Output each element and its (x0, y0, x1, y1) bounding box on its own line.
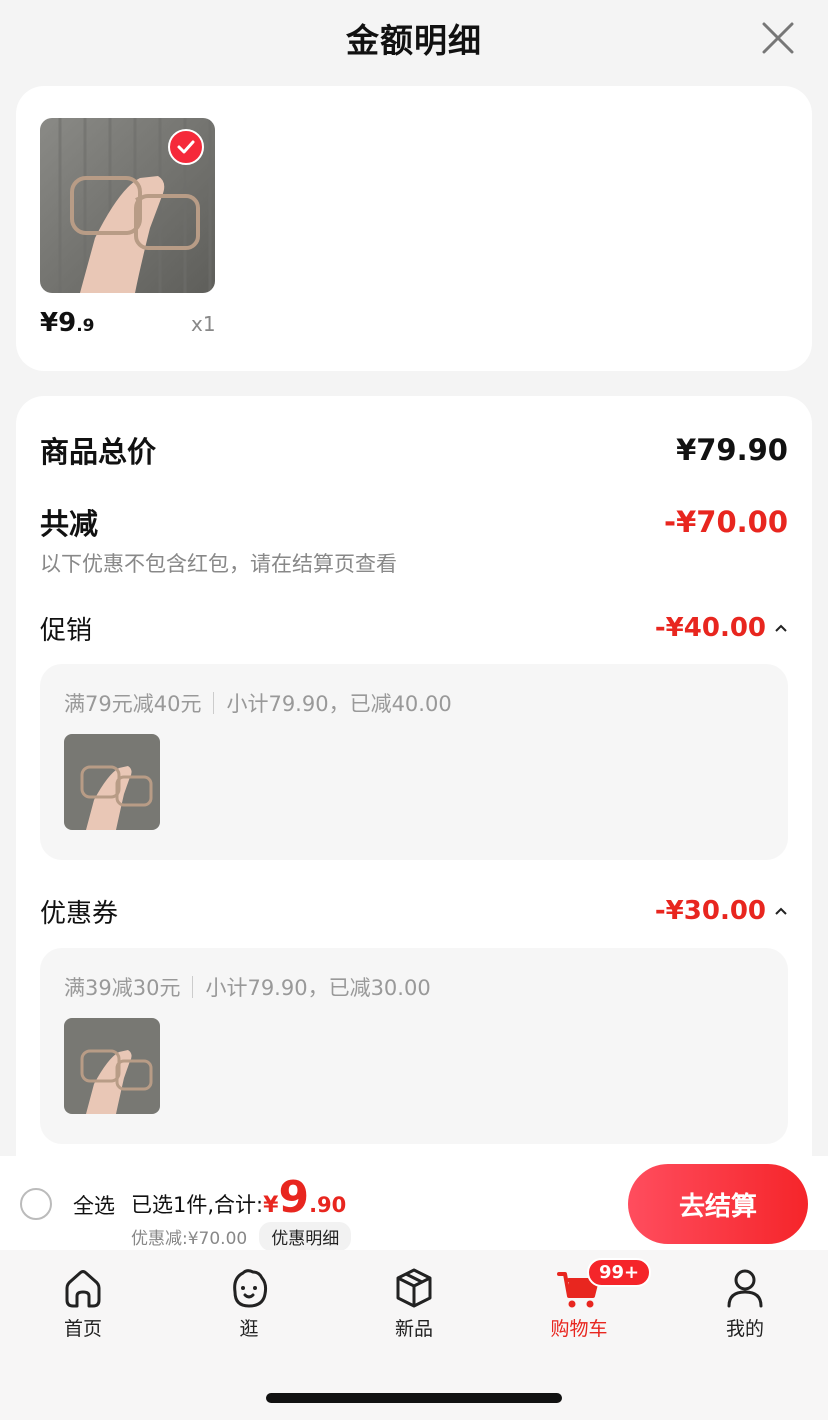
price-detail-card: 商品总价 ¥79.90 共减 -¥70.00 以下优惠不包含红包，请在结算页查看… (16, 396, 812, 1196)
total-dec: .90 (309, 1193, 347, 1217)
checkout-button[interactable]: 去结算 (628, 1164, 808, 1244)
divider (213, 692, 215, 714)
promo-product-image[interactable] (64, 734, 160, 830)
tab-label: 我的 (725, 1318, 764, 1340)
discount-line: 优惠减:¥70.00 优惠明细 (131, 1222, 352, 1251)
close-icon[interactable] (758, 18, 798, 58)
coupon-product-image[interactable] (64, 1018, 160, 1114)
chevron-up-icon[interactable] (774, 623, 788, 633)
promo-rule: 满79元减40元 (64, 692, 202, 716)
selected-count-label: 已选1件,合计: (131, 1193, 264, 1217)
total-price-row: 商品总价 ¥79.90 (40, 430, 788, 470)
product-price: ¥9.9 (40, 308, 94, 338)
promo-value: -¥40.00 (654, 613, 766, 643)
total-reduce-label: 共减 (40, 507, 99, 541)
tab-mine[interactable]: 我的 (685, 1264, 805, 1341)
tab-label: 逛 (239, 1318, 259, 1340)
tab-label: 首页 (63, 1318, 102, 1340)
coupon-rule: 满39减30元 (64, 976, 181, 1000)
coupon-label: 优惠券 (40, 898, 119, 929)
discount-note: 以下优惠不包含红包，请在结算页查看 (40, 552, 397, 576)
select-all-radio[interactable] (20, 1188, 52, 1220)
selected-product-card: ¥9.9 x1 (16, 86, 812, 371)
tab-cart[interactable]: 购物车 99+ (519, 1258, 652, 1341)
promo-section-header[interactable]: 促销 -¥40.00 (40, 608, 788, 648)
checkout-bar: 全选 已选1件,合计: ¥ 9 .90 优惠减:¥70.00 优惠明细 去结算 (0, 1156, 828, 1251)
product-quantity: x1 (191, 312, 216, 336)
promo-detail-box: 满79元减40元 小计79.90，已减40.00 (40, 664, 788, 860)
tab-browse[interactable]: 逛 (189, 1264, 309, 1341)
new-box-icon (396, 1268, 432, 1308)
sum-line: 已选1件,合计: ¥ 9 .90 (131, 1172, 347, 1223)
coupon-detail-box: 满39减30元 小计79.90，已减30.00 (40, 948, 788, 1144)
total-price-label: 商品总价 (40, 435, 157, 469)
divider (192, 976, 194, 998)
total-reduce-value: -¥70.00 (664, 505, 788, 539)
coupon-value: -¥30.00 (654, 896, 766, 926)
tab-new[interactable]: 新品 (354, 1264, 474, 1341)
coupon-section-header[interactable]: 优惠券 -¥30.00 (40, 891, 788, 931)
coupon-value-wrap: -¥30.00 (655, 896, 788, 926)
home-indicator[interactable] (266, 1393, 562, 1403)
discount-detail-button[interactable]: 优惠明细 (259, 1222, 352, 1251)
promo-value-wrap: -¥40.00 (655, 613, 788, 643)
total-reduce-row: 共减 -¥70.00 (40, 502, 788, 542)
header: 金额明细 (0, 0, 828, 76)
coupon-desc: 满39减30元 小计79.90，已减30.00 (64, 972, 431, 1002)
total-price-value: ¥79.90 (676, 433, 788, 467)
page-title: 金额明细 (346, 21, 482, 60)
browse-face-icon (233, 1269, 268, 1308)
promo-label: 促销 (40, 615, 93, 646)
promo-subtotal: 小计79.90，已减40.00 (226, 692, 452, 716)
total-currency: ¥ (263, 1193, 279, 1218)
product-price-int: ¥9 (40, 308, 77, 338)
total-int: 9 (278, 1172, 310, 1223)
select-all-label[interactable]: 全选 (73, 1190, 115, 1220)
coupon-subtotal: 小计79.90，已减30.00 (205, 976, 431, 1000)
tab-label: 购物车 (550, 1318, 608, 1340)
chevron-up-icon[interactable] (774, 906, 788, 916)
tab-home[interactable]: 首页 (23, 1264, 143, 1341)
tab-label: 新品 (394, 1318, 433, 1340)
user-icon (727, 1269, 763, 1308)
discount-amount: 优惠减:¥70.00 (131, 1229, 248, 1249)
home-icon (65, 1270, 101, 1308)
promo-desc: 满79元减40元 小计79.90，已减40.00 (64, 688, 452, 718)
selected-check-icon[interactable] (168, 129, 204, 165)
product-price-dec: .9 (76, 316, 95, 336)
cart-badge: 99+ (587, 1258, 652, 1287)
